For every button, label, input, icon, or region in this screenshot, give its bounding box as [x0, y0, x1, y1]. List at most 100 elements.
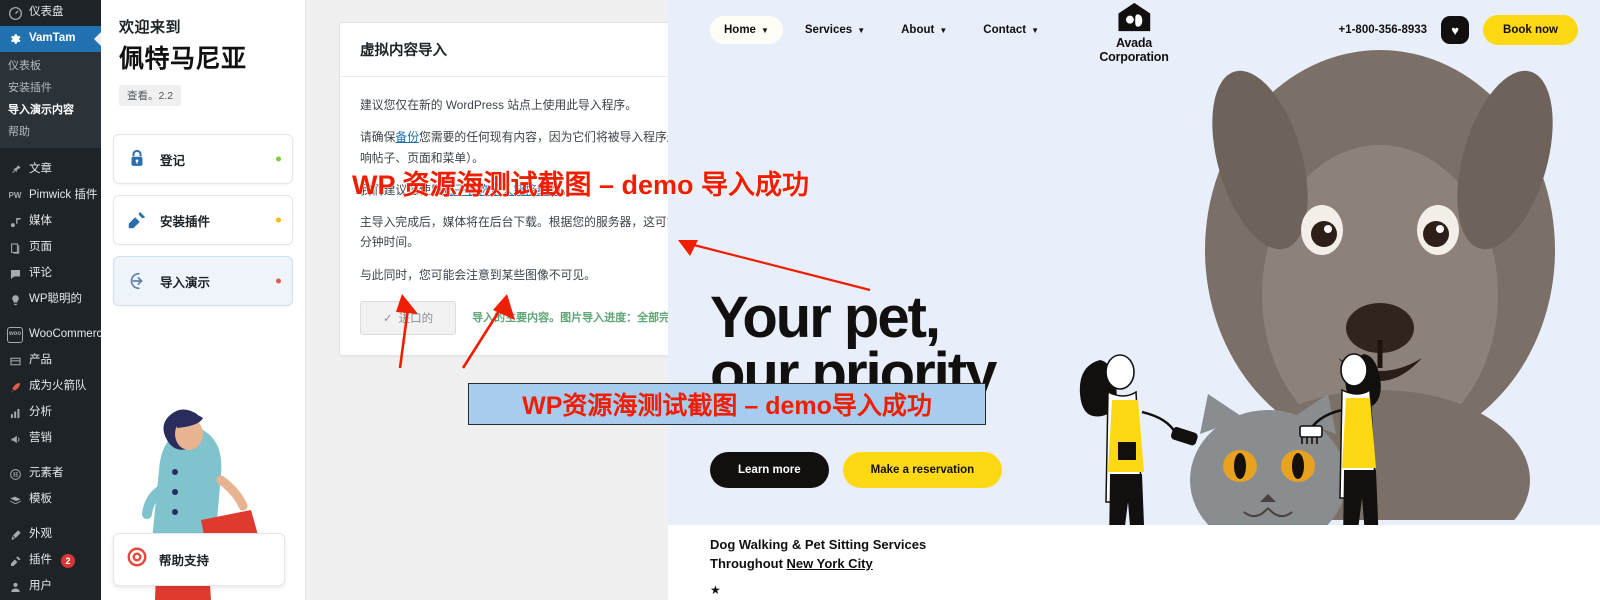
- step-import-demo[interactable]: 导入演示: [113, 256, 293, 306]
- annotation-highlight-box: WP资源海测试截图 – demo导入成功: [468, 383, 986, 425]
- sidebar-item-marketing[interactable]: 营销: [0, 426, 101, 452]
- nav-label: Services: [804, 24, 853, 36]
- sidebar-item-label: WooCommerce: [29, 328, 101, 341]
- learn-more-button[interactable]: Learn more: [710, 452, 829, 488]
- pages-icon: [7, 240, 23, 256]
- welcome-greeting: 欢迎来到: [119, 19, 182, 36]
- annotation-box-text: WP资源海测试截图 – demo导入成功: [522, 392, 932, 420]
- importer-paragraph-5: 与此同时，您可能会注意到某些图像不可见。: [360, 267, 596, 282]
- wp-admin-sidebar: 仪表盘 VamTam 仪表板 安装插件 导入演示内容 帮助 文章 PW Pimw…: [0, 0, 101, 600]
- sidebar-item-pages[interactable]: 页面: [0, 235, 101, 261]
- analytics-icon: [7, 405, 23, 421]
- sidebar-item-products[interactable]: 产品: [0, 348, 101, 374]
- screenshot-root: 仪表盘 VamTam 仪表板 安装插件 导入演示内容 帮助 文章 PW Pimw…: [0, 0, 1600, 600]
- sidebar-item-label: 页面: [29, 241, 52, 254]
- sidebar-item-plugins[interactable]: 插件 2: [0, 548, 101, 574]
- sidebar-subitem-help[interactable]: 帮助: [0, 120, 101, 142]
- sidebar-item-rocket-team[interactable]: 成为火箭队: [0, 374, 101, 400]
- check-icon: ✓: [383, 312, 393, 325]
- chevron-down-icon: ▼: [760, 25, 769, 35]
- pin-icon: [7, 162, 23, 178]
- sidebar-item-label: 成为火箭队: [29, 380, 87, 393]
- annotation-main-text: WP 资源海测试截图 – demo 导入成功: [351, 170, 810, 201]
- sidebar-item-comments[interactable]: 评论: [0, 261, 101, 287]
- sidebar-item-label: WP聪明的: [29, 293, 83, 306]
- welcome-product-name: 佩特马尼亚: [119, 45, 247, 73]
- gear-icon: [7, 31, 23, 47]
- nav-label: Contact: [983, 24, 1027, 36]
- step-label: 安装插件: [160, 214, 211, 229]
- sidebar-item-media[interactable]: 媒体: [0, 209, 101, 235]
- import-button[interactable]: ✓ 进口的: [360, 300, 457, 335]
- sidebar-item-wp-smart[interactable]: WP聪明的: [0, 287, 101, 313]
- sidebar-item-label: 外观: [29, 528, 52, 541]
- sidebar-item-users[interactable]: 用户: [0, 574, 101, 600]
- footer-rating: ★: [710, 583, 721, 597]
- sidebar-item-vamtam[interactable]: VamTam: [0, 26, 101, 52]
- footer-city-link[interactable]: New York City: [787, 556, 873, 571]
- comments-icon: [7, 266, 23, 282]
- site-preview-pane: Home ▼ Services ▼ About ▼ Contact ▼ Avad…: [668, 0, 1600, 600]
- help-support-button[interactable]: 帮助支持: [113, 533, 285, 586]
- nav-item-contact[interactable]: Contact ▼: [969, 16, 1053, 44]
- sidebar-item-analytics[interactable]: 分析: [0, 400, 101, 426]
- importer-paragraph-2: 请确保备份您需要的任何现有内容，因为它们将被导入程序删除（影响帖子、页面和菜单）…: [360, 127, 668, 168]
- onboarding-steps: 登记 安装插件 导入演示: [113, 134, 293, 306]
- sidebar-item-label: 评论: [29, 267, 52, 280]
- nav-item-services[interactable]: Services ▼: [791, 16, 879, 44]
- sidebar-item-posts[interactable]: 文章: [0, 157, 101, 183]
- media-icon: [7, 214, 23, 230]
- sidebar-item-label: 仪表盘: [29, 6, 64, 19]
- chevron-down-icon: ▼: [857, 25, 866, 35]
- plugins-update-badge: 2: [61, 554, 75, 568]
- dashboard-icon: [7, 5, 23, 21]
- sidebar-item-label: 产品: [29, 354, 52, 367]
- pet-house-icon: [1118, 2, 1150, 32]
- sidebar-separator: [0, 513, 101, 522]
- phone-number[interactable]: +1-800-356-8933: [1338, 24, 1427, 36]
- help-support-label: 帮助支持: [159, 554, 210, 568]
- nav-label: About: [901, 24, 935, 36]
- site-nav: Home ▼ Services ▼ About ▼ Contact ▼: [710, 16, 1053, 44]
- make-reservation-button[interactable]: Make a reservation: [842, 452, 1003, 488]
- sidebar-item-label: VamTam: [29, 32, 76, 45]
- sidebar-item-label: Pimwick 插件: [29, 189, 98, 202]
- woo-icon: woo: [7, 327, 23, 343]
- sidebar-item-appearance[interactable]: 外观: [0, 522, 101, 548]
- footer-tagline: Dog Walking & Pet Sitting Services Throu…: [710, 536, 926, 574]
- sidebar-item-label: 用户: [29, 580, 52, 593]
- hero-cta-group: Learn more Make a reservation: [710, 452, 1003, 488]
- step-register[interactable]: 登记: [113, 134, 293, 184]
- version-badge: 查看。2.2: [119, 85, 182, 106]
- backup-link[interactable]: 备份: [395, 130, 419, 144]
- marketing-icon: [7, 431, 23, 447]
- plugins-icon: [7, 553, 23, 569]
- chevron-down-icon: ▼: [1031, 25, 1039, 35]
- sidebar-separator: [0, 452, 101, 461]
- card-body: 建议您仅在新的 WordPress 站点上使用此导入程序。 请确保备份您需要的任…: [340, 77, 668, 355]
- nav-item-home[interactable]: Home ▼: [710, 16, 783, 44]
- step-label: 登记: [160, 153, 186, 168]
- sidebar-item-label: 文章: [29, 163, 52, 176]
- step-install-plugins[interactable]: 安装插件: [113, 195, 293, 245]
- sidebar-item-elementor[interactable]: 元素者: [0, 461, 101, 487]
- page-title: 虚拟内容导入: [360, 43, 447, 59]
- sidebar-subitem-import-demo[interactable]: 导入演示内容: [0, 98, 101, 120]
- nav-item-about[interactable]: About ▼: [887, 16, 961, 44]
- site-footer-band: Dog Walking & Pet Sitting Services Throu…: [668, 525, 1600, 600]
- sidebar-subitem-install-plugins[interactable]: 安装插件: [0, 76, 101, 98]
- sidebar-item-dashboard[interactable]: 仪表盘: [0, 0, 101, 26]
- sidebar-subitem-dashboard[interactable]: 仪表板: [0, 54, 101, 76]
- users-icon: [7, 579, 23, 595]
- lifebuoy-icon: [126, 546, 148, 573]
- sidebar-item-templates[interactable]: 模板: [0, 487, 101, 513]
- lock-icon: [126, 148, 148, 170]
- step-status-dot: [276, 156, 281, 162]
- step-label: 导入演示: [160, 275, 211, 290]
- sidebar-separator: [0, 313, 101, 322]
- sidebar-item-woocommerce[interactable]: woo WooCommerce: [0, 322, 101, 348]
- sidebar-item-pimwick[interactable]: PW Pimwick 插件: [0, 183, 101, 209]
- sidebar-item-label: 媒体: [29, 215, 52, 228]
- import-button-label: 进口的: [398, 312, 434, 325]
- sidebar-item-label: 元素者: [29, 467, 64, 480]
